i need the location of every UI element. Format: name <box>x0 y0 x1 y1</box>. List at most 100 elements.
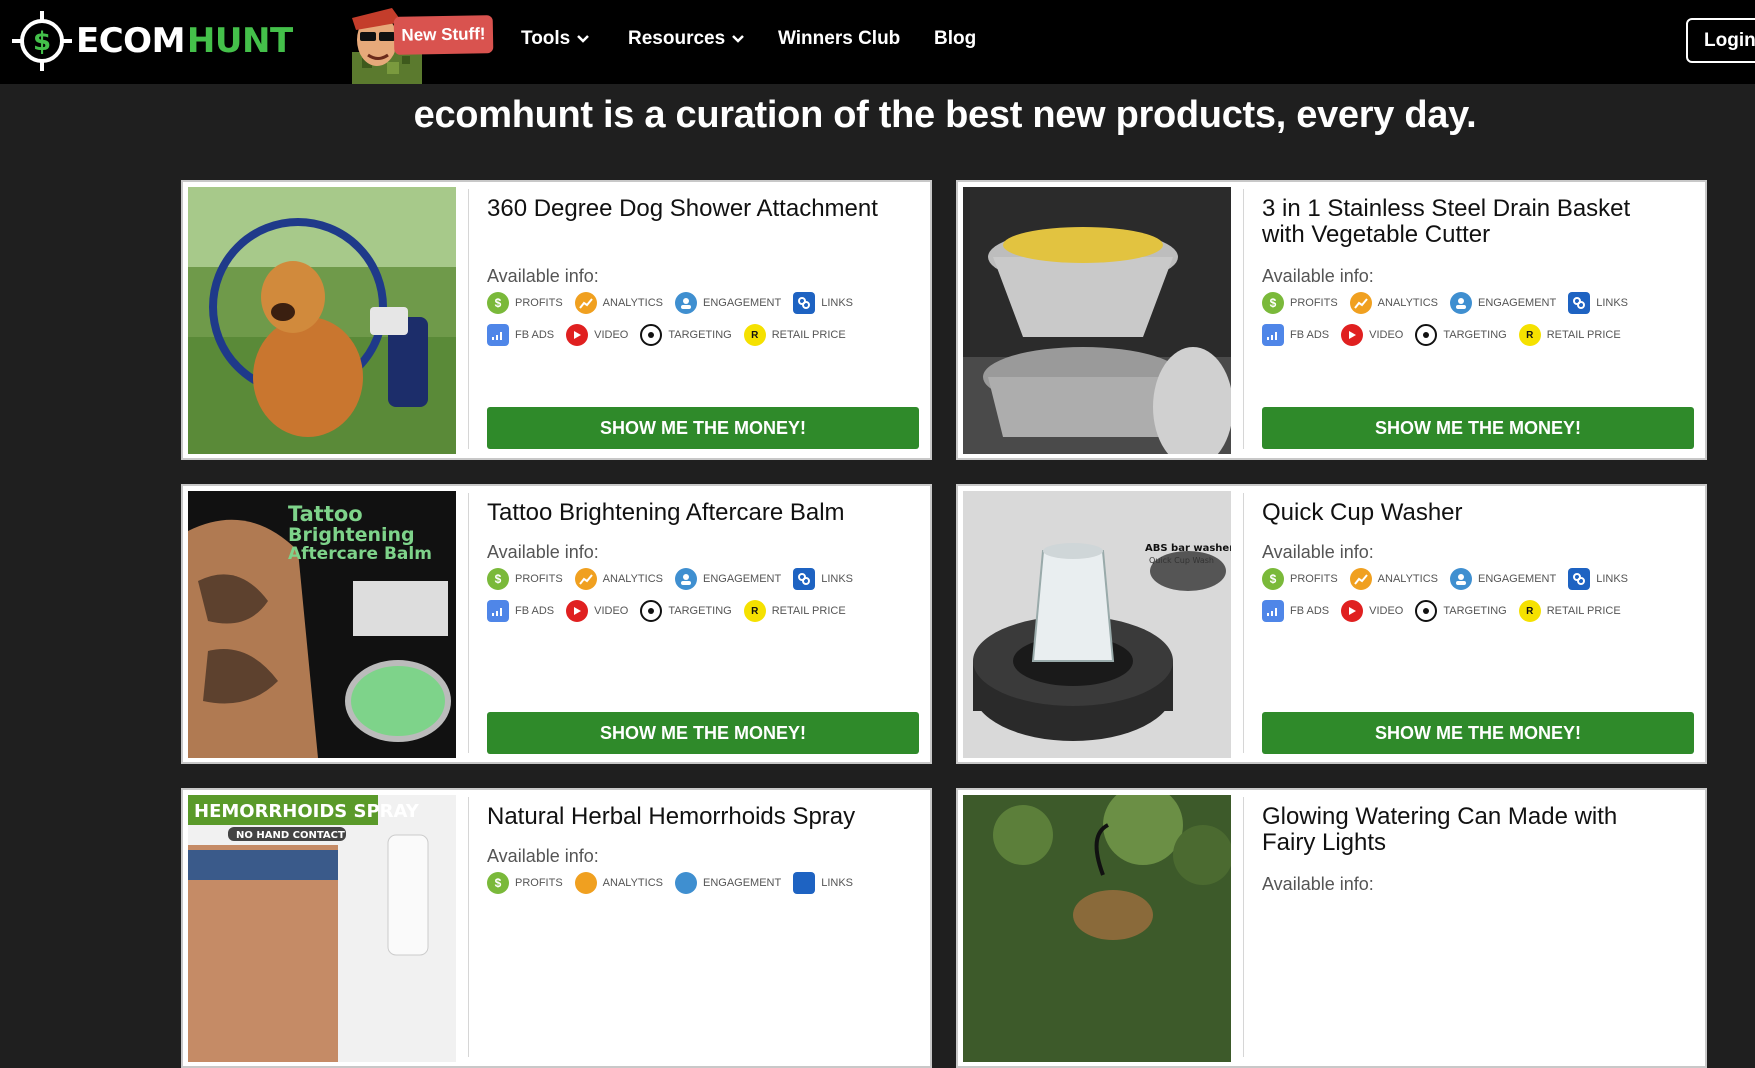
image-caption: Aftercare Balm <box>288 544 432 564</box>
info-row-top: $ PROFITS ANALYTICS ENGAGEMENT LINKS <box>1262 568 1640 590</box>
info-engagement: ENGAGEMENT <box>674 568 781 590</box>
dollar-icon: $ <box>487 872 509 894</box>
product-image[interactable]: Tattoo Brightening Aftercare Balm <box>188 491 456 758</box>
product-image[interactable] <box>188 187 456 454</box>
user-icon <box>674 568 697 590</box>
show-me-the-money-button[interactable]: SHOW ME THE MONEY! <box>1262 407 1694 449</box>
nav-tools[interactable]: Tools <box>521 28 590 50</box>
info-fb-ads-label: FB ADS <box>1290 329 1330 341</box>
show-me-the-money-button[interactable]: SHOW ME THE MONEY! <box>487 712 919 754</box>
info-video-label: VIDEO <box>594 605 629 617</box>
info-links: LINKS <box>1568 292 1628 314</box>
dollar-icon: $ <box>487 568 509 590</box>
nav-resources-label: Resources <box>628 28 726 49</box>
link-icon <box>1568 292 1591 314</box>
image-caption: ABS bar washer <box>1145 543 1231 554</box>
ecomhunt-logo[interactable]: $ ECOM HUNT <box>10 8 310 74</box>
image-caption: Quick Cup Wash <box>1149 556 1214 565</box>
retail-r-icon: R <box>1518 324 1541 346</box>
product-image[interactable] <box>963 187 1231 454</box>
page-headline: ecomhunt is a curation of the best new p… <box>413 94 1477 136</box>
info-fb-ads-label: FB ADS <box>515 605 555 617</box>
info-targeting-label: TARGETING <box>668 329 732 341</box>
info-profits-label: PROFITS <box>515 297 563 309</box>
image-caption: Brightening <box>288 524 415 546</box>
product-card[interactable]: 360 Degree Dog Shower Attachment Availab… <box>181 180 932 460</box>
info-retail-price: R RETAIL PRICE <box>1518 600 1621 622</box>
new-stuff-badge[interactable]: New Stuff! <box>393 15 494 55</box>
info-links: LINKS <box>793 568 853 590</box>
chart-icon <box>574 872 597 894</box>
product-title[interactable]: 360 Degree Dog Shower Attachment <box>487 196 887 222</box>
info-retail-price-label: RETAIL PRICE <box>771 605 846 617</box>
play-icon <box>1341 324 1364 346</box>
retail-r-icon: R <box>1518 600 1541 622</box>
bar-chart-icon <box>487 600 509 622</box>
info-targeting: TARGETING <box>1415 600 1507 622</box>
info-engagement-label: ENGAGEMENT <box>1477 297 1557 309</box>
show-me-the-money-button[interactable]: SHOW ME THE MONEY! <box>1262 712 1694 754</box>
info-row-bottom: FB ADS VIDEO TARGETING R RETAIL PRICE <box>487 324 858 346</box>
info-links: LINKS <box>793 872 853 894</box>
info-links-label: LINKS <box>821 877 854 889</box>
show-me-the-money-button[interactable]: SHOW ME THE MONEY! <box>487 407 919 449</box>
user-icon <box>674 872 697 894</box>
product-card[interactable]: ABS bar washer Quick Cup Wash Quick Cup … <box>956 484 1707 764</box>
user-icon <box>674 292 697 314</box>
info-links: LINKS <box>793 292 853 314</box>
nav-blog[interactable]: Blog <box>934 28 976 50</box>
info-video-label: VIDEO <box>594 329 629 341</box>
info-video-label: VIDEO <box>1369 605 1404 617</box>
info-fb-ads: FB ADS <box>1262 600 1329 622</box>
info-fb-ads-label: FB ADS <box>1290 605 1330 617</box>
chart-icon <box>574 292 597 314</box>
info-links-label: LINKS <box>821 297 854 309</box>
link-icon <box>793 872 816 894</box>
available-info-label: Available info: <box>487 266 599 286</box>
nav-winners-club[interactable]: Winners Club <box>778 28 900 50</box>
product-title[interactable]: 3 in 1 Stainless Steel Drain Basket with… <box>1262 196 1662 248</box>
info-links-label: LINKS <box>821 573 854 585</box>
divider <box>468 189 469 449</box>
divider <box>468 797 469 1057</box>
image-caption: NO HAND CONTACT <box>236 830 345 841</box>
product-card[interactable]: Glowing Watering Can Made with Fairy Lig… <box>956 788 1707 1068</box>
info-fb-ads: FB ADS <box>487 600 554 622</box>
info-analytics: ANALYTICS <box>574 292 663 314</box>
product-title[interactable]: Glowing Watering Can Made with Fairy Lig… <box>1262 804 1662 856</box>
info-row-top: $ PROFITS ANALYTICS ENGAGEMENT LINKS <box>487 568 865 590</box>
product-card[interactable]: HEMORRHOIDS SPRAY NO HAND CONTACT Natura… <box>181 788 932 1068</box>
info-profits: $ PROFITS <box>1262 568 1338 590</box>
product-title[interactable]: Quick Cup Washer <box>1262 500 1662 526</box>
info-engagement-label: ENGAGEMENT <box>702 297 782 309</box>
dollar-icon: $ <box>1262 292 1284 314</box>
divider <box>1243 797 1244 1057</box>
target-icon <box>1415 324 1438 346</box>
info-row-top: $ PROFITS ANALYTICS ENGAGEMENT LINKS <box>487 292 865 314</box>
login-button[interactable]: Login <box>1686 18 1755 63</box>
target-icon <box>640 324 663 346</box>
product-image[interactable] <box>963 795 1231 1062</box>
nav-resources[interactable]: Resources <box>628 28 745 50</box>
play-icon <box>1341 600 1364 622</box>
info-row-bottom: FB ADS VIDEO TARGETING R RETAIL PRICE <box>1262 324 1633 346</box>
info-profits: $ PROFITS <box>487 292 563 314</box>
product-card[interactable]: 3 in 1 Stainless Steel Drain Basket with… <box>956 180 1707 460</box>
info-analytics: ANALYTICS <box>1349 568 1438 590</box>
product-image[interactable]: HEMORRHOIDS SPRAY NO HAND CONTACT <box>188 795 456 1062</box>
product-title[interactable]: Tattoo Brightening Aftercare Balm <box>487 500 887 526</box>
product-title[interactable]: Natural Herbal Hemorrhoids Spray <box>487 804 887 830</box>
info-analytics: ANALYTICS <box>1349 292 1438 314</box>
product-card[interactable]: Tattoo Brightening Aftercare Balm Tattoo… <box>181 484 932 764</box>
info-targeting: TARGETING <box>1415 324 1507 346</box>
info-video: VIDEO <box>566 600 628 622</box>
info-profits: $ PROFITS <box>1262 292 1338 314</box>
available-info-label: Available info: <box>487 542 599 562</box>
available-info-label: Available info: <box>487 846 599 866</box>
divider <box>1243 493 1244 753</box>
info-row-bottom: FB ADS VIDEO TARGETING R RETAIL PRICE <box>1262 600 1633 622</box>
info-targeting-label: TARGETING <box>1443 605 1507 617</box>
info-analytics-label: ANALYTICS <box>602 297 663 309</box>
info-profits-label: PROFITS <box>1290 297 1338 309</box>
product-image[interactable]: ABS bar washer Quick Cup Wash <box>963 491 1231 758</box>
